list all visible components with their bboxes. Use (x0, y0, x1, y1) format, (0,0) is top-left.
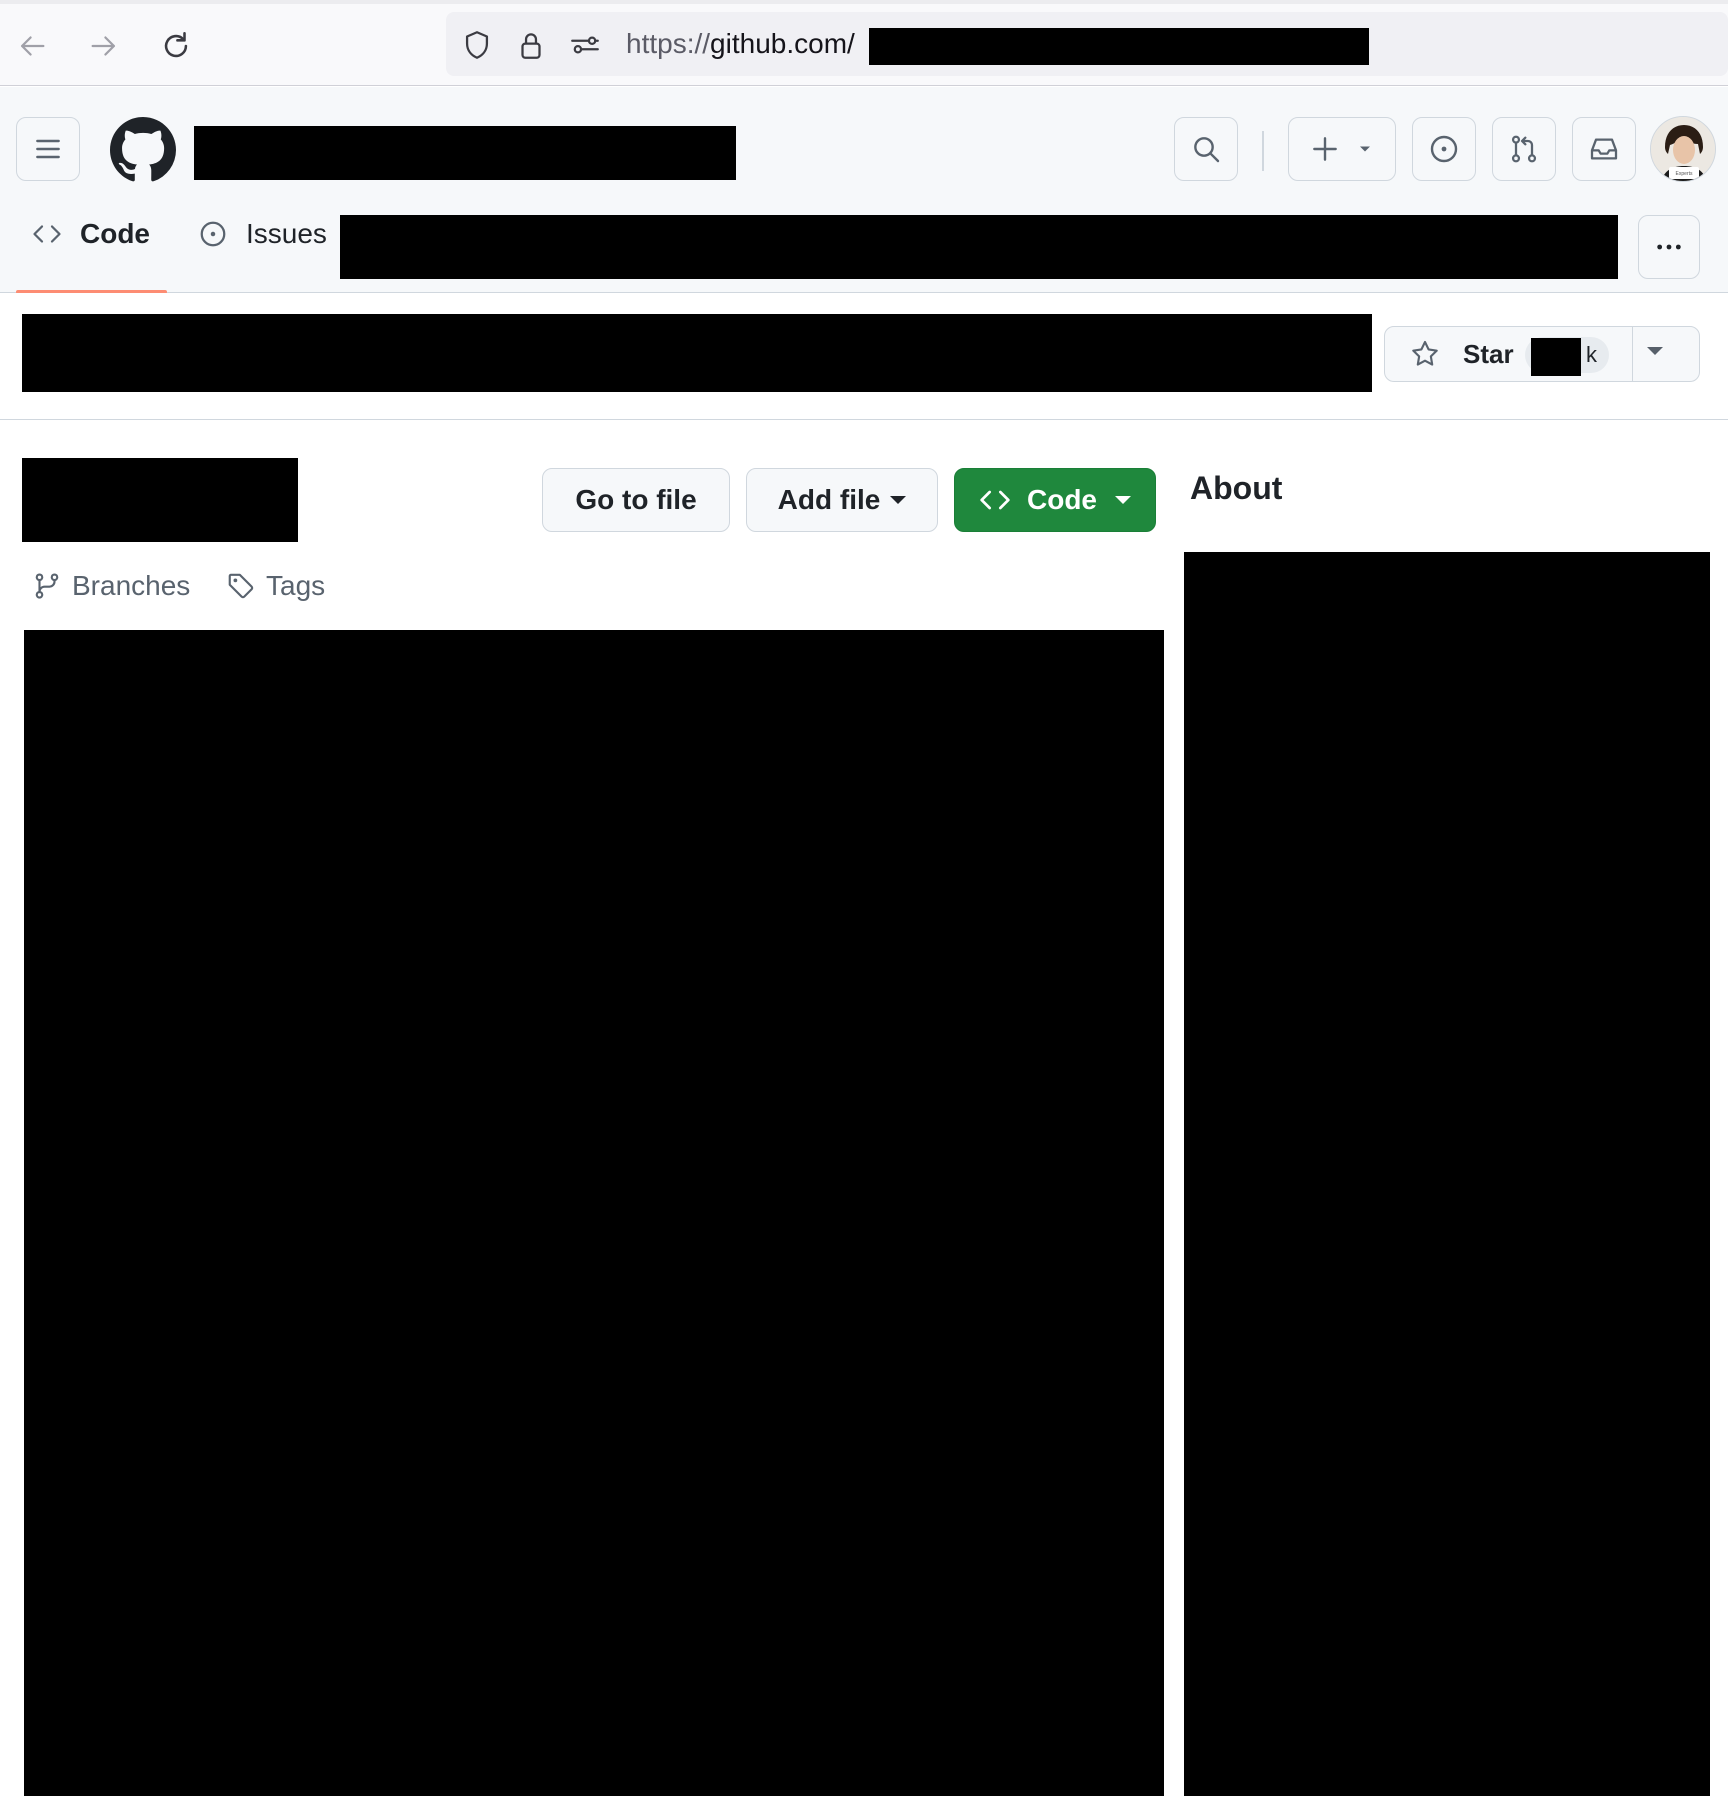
star-label: Star (1463, 338, 1514, 369)
tags-link[interactable]: Tags (226, 566, 325, 606)
inbox-icon (1590, 138, 1618, 160)
code-button-label: Code (1027, 484, 1097, 515)
arrow-left-icon (20, 36, 45, 56)
code-icon (33, 225, 61, 243)
reload-button[interactable] (152, 22, 200, 70)
url-text: https://github.com/ (626, 26, 855, 62)
search-button[interactable] (1174, 117, 1238, 181)
git-branch-icon (35, 573, 59, 599)
permissions-icon[interactable] (568, 28, 602, 62)
tab-strip-edge (0, 0, 1728, 4)
github-logo-icon[interactable] (110, 117, 176, 183)
tag-icon (228, 573, 254, 599)
avatar-image: Experts (1651, 117, 1715, 181)
notifications-button[interactable] (1572, 117, 1636, 181)
plus-icon (1313, 137, 1337, 161)
menu-button[interactable] (16, 117, 80, 181)
redacted-about-panel (1184, 552, 1710, 1796)
reload-icon (164, 31, 188, 58)
triangle-down-icon (890, 496, 907, 504)
star-icon (1412, 340, 1438, 366)
branches-link[interactable]: Branches (32, 566, 190, 606)
more-tabs-button[interactable] (1638, 215, 1700, 279)
browser-toolbar: https://github.com/ (0, 0, 1728, 86)
your-issues-button[interactable] (1412, 117, 1476, 181)
star-button[interactable]: Star k (1385, 327, 1633, 381)
go-to-file-label: Go to file (575, 484, 697, 515)
tab-code[interactable]: Code (32, 207, 150, 261)
star-list-dropdown-icon[interactable] (1647, 347, 1663, 355)
kebab-horizontal-icon (1657, 244, 1681, 250)
redacted-star-count (1531, 338, 1581, 376)
code-icon (980, 490, 1010, 510)
tab-issues[interactable]: Issues (198, 207, 327, 261)
tags-label: Tags (266, 570, 326, 601)
branches-label: Branches (72, 570, 191, 601)
avatar-caption: Experts (1676, 171, 1693, 177)
forward-button[interactable] (80, 22, 128, 70)
git-pull-request-icon (1511, 135, 1537, 163)
add-file-button[interactable]: Add file (746, 468, 938, 532)
redacted-file-list (24, 630, 1164, 1796)
arrow-right-icon (91, 36, 116, 56)
triangle-down-icon (1360, 146, 1370, 152)
search-icon (1194, 137, 1220, 163)
hamburger-icon (36, 139, 60, 159)
add-file-label: Add file (777, 484, 881, 515)
code-button[interactable]: Code (954, 468, 1156, 532)
redacted-branch-selector (22, 458, 298, 542)
back-button[interactable] (8, 22, 56, 70)
go-to-file-button[interactable]: Go to file (542, 468, 730, 532)
user-avatar[interactable]: Experts (1650, 116, 1716, 182)
triangle-down-icon (1115, 496, 1131, 504)
tab-code-label: Code (80, 218, 150, 249)
header-divider (1262, 131, 1264, 171)
star-button-group: Star k (1384, 326, 1700, 382)
repo-title-row: Star k (0, 293, 1728, 420)
issue-opened-icon (200, 221, 226, 247)
issue-opened-icon (1430, 135, 1458, 163)
tab-issues-label: Issues (246, 218, 327, 249)
shield-icon[interactable] (460, 28, 494, 62)
about-heading: About (1190, 470, 1283, 506)
redacted-url-path (869, 28, 1369, 65)
redacted-repo-context (194, 126, 736, 180)
lock-icon[interactable] (514, 28, 548, 62)
redacted-repo-tabs (340, 215, 1618, 279)
url-scheme: https:// (626, 28, 711, 59)
url-host: github.com/ (710, 28, 855, 59)
create-new-button[interactable] (1288, 117, 1396, 181)
redacted-repo-title (22, 314, 1372, 392)
github-header: Experts Code Issues (0, 87, 1728, 294)
address-bar[interactable]: https://github.com/ (446, 12, 1728, 76)
your-pull-requests-button[interactable] (1492, 117, 1556, 181)
